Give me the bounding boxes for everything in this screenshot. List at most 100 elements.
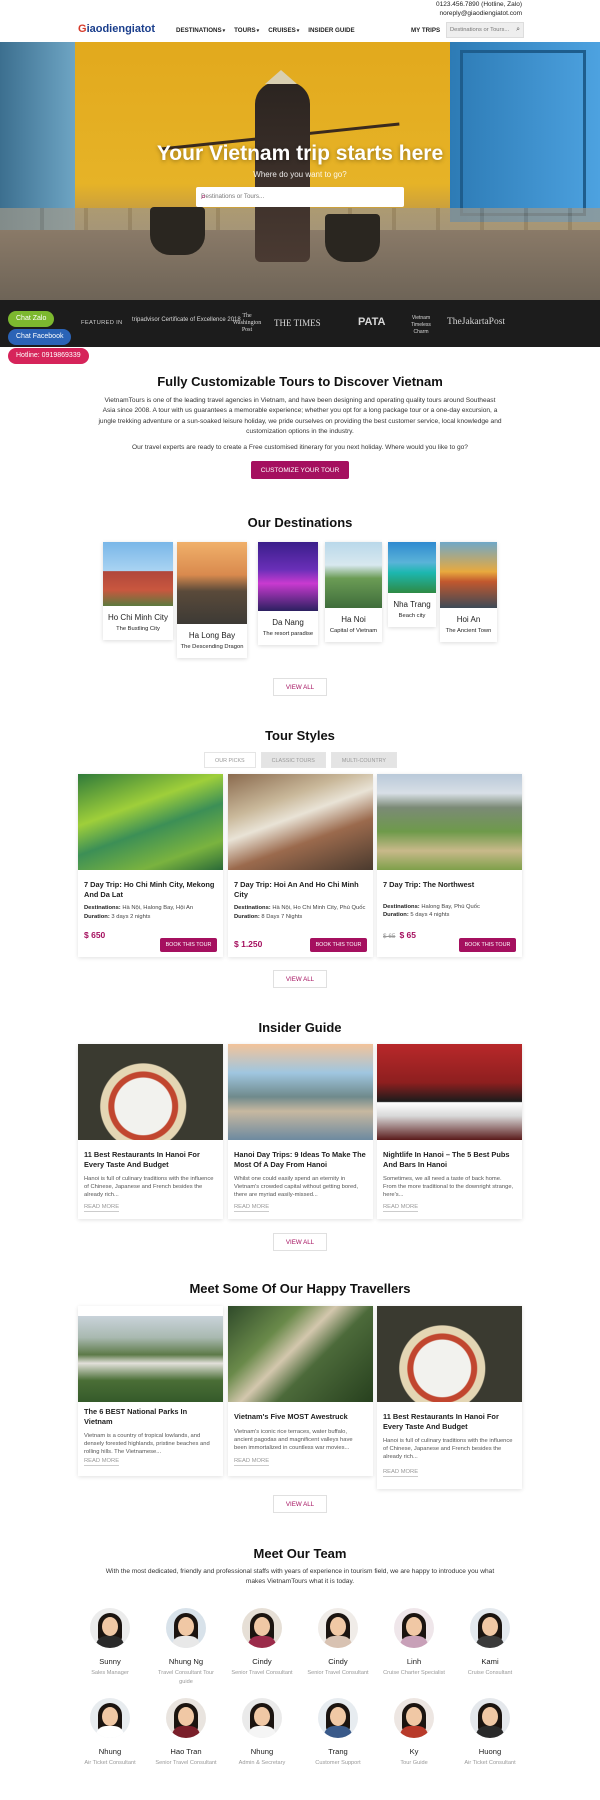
read-more-link[interactable]: READ MORE: [234, 1204, 270, 1212]
chevron-down-icon: ▾: [296, 28, 300, 34]
tour-price: $ 65 $ 65: [383, 930, 416, 940]
book-tour-button[interactable]: BOOK THIS TOUR: [310, 938, 367, 952]
team-avatar: [470, 1698, 510, 1738]
hero-banner: Your Vietnam trip starts here Where do y…: [0, 42, 600, 300]
travellers-heading: Meet Some Of Our Happy Travellers: [189, 1281, 411, 1296]
guide-card[interactable]: Hanoi Day Trips: 9 Ideas To Make The Mos…: [228, 1044, 373, 1219]
nav-destinations[interactable]: DESTINATIONS▾: [176, 27, 225, 34]
the-times-logo: THE TIMES: [274, 318, 321, 328]
guide-image-bar-interior: [377, 1044, 522, 1140]
team-member-role: Senior Travel Consultant: [307, 1670, 369, 1676]
conical-hat: [265, 70, 297, 84]
search-icon[interactable]: ⌕: [201, 191, 398, 202]
featured-label: FEATURED IN: [81, 320, 123, 326]
featured-in-strip: FEATURED IN tripadvisor Certificate of E…: [0, 300, 600, 347]
destination-card-hoi-an[interactable]: Hoi An The Ancient Town: [440, 542, 497, 642]
chevron-down-icon: ▾: [222, 28, 226, 34]
tour-style-tabs: OUR PICKS CLASSIC TOURS MULTI-COUNTRY: [204, 752, 398, 768]
team-avatar: [318, 1698, 358, 1738]
nav-cruises[interactable]: CRUISES▾: [268, 27, 299, 34]
vietnam-tourism-logo: Vietnam Timeless Charm: [411, 315, 431, 335]
tour-image-conical-hats: [228, 774, 373, 870]
tour-card[interactable]: 7 Day Trip: Hoi An And Ho Chi Minh City …: [228, 774, 373, 957]
chat-zalo-button[interactable]: Chat Zalo: [8, 311, 55, 327]
destination-card-ho-chi-minh[interactable]: Ho Chi Minh City The Bustling City: [103, 542, 173, 640]
hotline-text: 0123.456.7890 (Hotline, Zalo): [435, 1, 522, 8]
nav-tours[interactable]: TOURS▾: [234, 27, 259, 34]
tours-view-all-button[interactable]: VIEW ALL: [273, 970, 327, 988]
traveller-story-card[interactable]: 11 Best Restaurants In Hanoi For Every T…: [377, 1306, 522, 1489]
story-image-mountain-town: [78, 1316, 223, 1402]
team-member-role: Cruise Consultant: [467, 1670, 513, 1676]
guide-card[interactable]: 11 Best Restaurants In Hanoi For Every T…: [78, 1044, 223, 1219]
site-logo[interactable]: Giaodiengiatot: [78, 23, 155, 35]
team-avatar: [470, 1608, 510, 1648]
tour-card[interactable]: 7 Day Trip: Ho Chi Minh City, Mekong And…: [78, 774, 223, 957]
pata-logo: PATA: [358, 316, 386, 328]
read-more-link[interactable]: READ MORE: [84, 1458, 120, 1466]
tripadvisor-logo: tripadvisor Certificate of Excellence 20…: [132, 317, 241, 323]
main-nav: DESTINATIONS▾ TOURS▾ CRUISES▾ INSIDER GU…: [176, 27, 355, 34]
team-member-role: Cruise Charter Specialist: [383, 1670, 445, 1676]
nav-insider-guide[interactable]: INSIDER GUIDE: [308, 27, 354, 34]
my-trips-link[interactable]: MY TRIPS: [411, 27, 440, 34]
destination-image: [177, 542, 247, 624]
read-more-link[interactable]: READ MORE: [383, 1204, 419, 1212]
destination-card-nha-trang[interactable]: Nha Trang Beach city: [388, 542, 436, 627]
book-tour-button[interactable]: BOOK THIS TOUR: [459, 938, 516, 952]
tour-styles-heading: Tour Styles: [265, 728, 335, 743]
destinations-view-all-button[interactable]: VIEW ALL: [273, 678, 327, 696]
read-more-link[interactable]: READ MORE: [84, 1204, 120, 1212]
tour-image-mountain-road: [377, 774, 522, 870]
team-heading: Meet Our Team: [253, 1546, 347, 1561]
tour-price: $ 650: [84, 930, 106, 940]
story-image-food-plate: [377, 1306, 522, 1402]
tab-multi-country[interactable]: MULTI-COUNTRY: [330, 752, 398, 768]
team-avatar: [242, 1608, 282, 1648]
intro-heading: Fully Customizable Tours to Discover Vie…: [157, 374, 443, 389]
team-avatar: [90, 1608, 130, 1648]
team-member-name: Kami: [481, 1657, 499, 1666]
tab-our-picks[interactable]: OUR PICKS: [204, 752, 256, 768]
team-intro: With the most dedicated, friendly and pr…: [105, 1568, 495, 1586]
tour-card[interactable]: 7 Day Trip: The Northwest Destinations: …: [377, 774, 522, 957]
insider-guide-heading: Insider Guide: [258, 1020, 342, 1035]
chat-facebook-button[interactable]: Chat Facebook: [8, 329, 72, 345]
tour-image-rice-fields: [78, 774, 223, 870]
hero-search-input[interactable]: Destinations or Tours... ⌕: [196, 187, 404, 207]
header-search-input[interactable]: Destinations or Tours... ⌕: [446, 22, 524, 38]
hotline-button[interactable]: Hotline: 0919869339: [8, 348, 89, 364]
destination-card-da-nang[interactable]: Da Nang The resort paradise: [258, 542, 318, 645]
destination-card-ha-long-bay[interactable]: Ha Long Bay The Descending Dragon: [177, 542, 247, 658]
search-icon[interactable]: ⌕: [516, 26, 520, 34]
hero-subtitle: Where do you want to go?: [253, 170, 347, 179]
destination-image: [388, 542, 436, 593]
insider-view-all-button[interactable]: VIEW ALL: [273, 1233, 327, 1251]
chevron-down-icon: ▾: [256, 28, 260, 34]
team-avatar: [394, 1698, 434, 1738]
team-member-role: Air Ticket Consultant: [464, 1760, 516, 1766]
book-tour-button[interactable]: BOOK THIS TOUR: [160, 938, 217, 952]
read-more-link[interactable]: READ MORE: [234, 1458, 270, 1466]
team-avatar: [90, 1698, 130, 1738]
hero-image-blue-door: [450, 42, 600, 222]
customize-tour-button[interactable]: CUSTOMIZE YOUR TOUR: [251, 461, 349, 479]
travellers-view-all-button[interactable]: VIEW ALL: [273, 1495, 327, 1513]
team-member-name: Huong: [478, 1747, 502, 1756]
intro-paragraph: VietnamTours is one of the leading trave…: [98, 397, 502, 435]
team-avatar: [394, 1608, 434, 1648]
hero-title: Your Vietnam trip starts here: [156, 142, 444, 165]
traveller-story-card[interactable]: The 6 BEST National Parks In Vietnam Vie…: [78, 1306, 223, 1476]
team-member-role: Travel Consultant Tour guide: [158, 1670, 214, 1685]
destination-image: [440, 542, 497, 608]
destinations-heading: Our Destinations: [247, 515, 353, 530]
guide-card[interactable]: Nightlife In Hanoi – The 5 Best Pubs And…: [377, 1044, 522, 1219]
site-header: Giaodiengiatot DESTINATIONS▾ TOURS▾ CRUI…: [0, 20, 600, 42]
email-text[interactable]: noreply@giaodiengiatot.com: [436, 9, 522, 18]
washington-post-logo: The Washington Post: [232, 313, 262, 333]
destination-card-ha-noi[interactable]: Ha Noi Capital of Vietnam: [325, 542, 382, 642]
traveller-story-card[interactable]: Vietnam's Five MOST Awestruck Vietnam's …: [228, 1306, 373, 1476]
tab-classic-tours[interactable]: CLASSIC TOURS: [260, 752, 326, 768]
read-more-link[interactable]: READ MORE: [383, 1469, 419, 1477]
intro-paragraph-2: Our travel experts are ready to create a…: [132, 444, 468, 451]
